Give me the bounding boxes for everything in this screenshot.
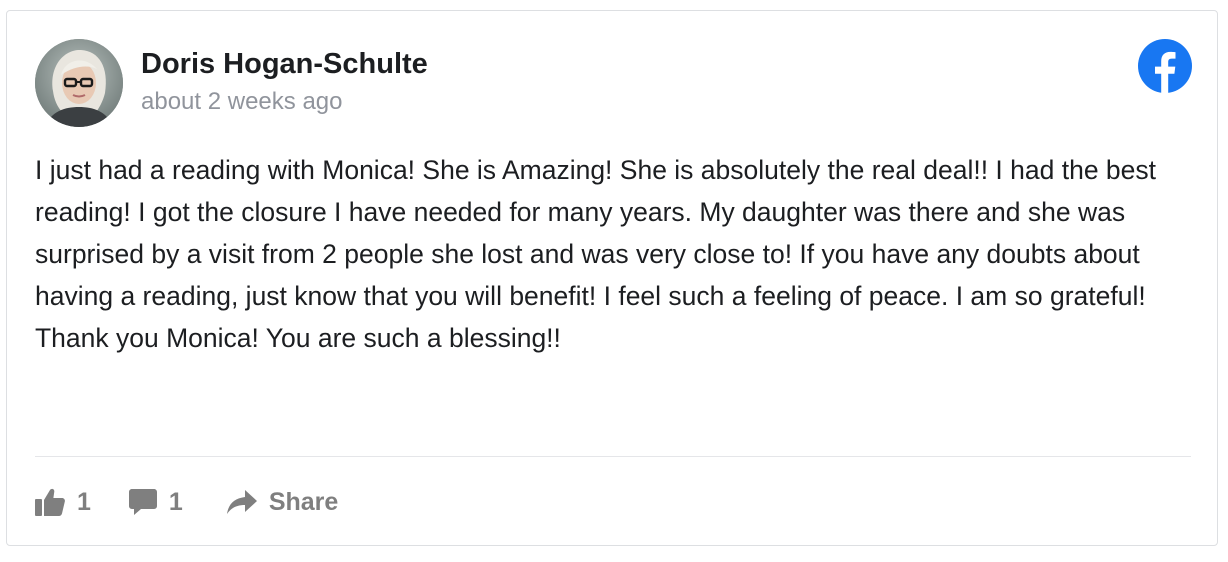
- facebook-icon[interactable]: [1138, 39, 1192, 93]
- share-label: Share: [268, 488, 339, 516]
- thumbs-up-icon: [35, 488, 65, 516]
- share-button[interactable]: Share: [226, 487, 339, 517]
- review-card: Doris Hogan-Schulte about 2 weeks ago I …: [6, 10, 1218, 546]
- post-timestamp[interactable]: about 2 weeks ago: [141, 87, 342, 117]
- comment-bubble-icon: [128, 489, 157, 515]
- avatar[interactable]: [35, 39, 123, 127]
- review-text: I just had a reading with Monica! She is…: [35, 155, 1157, 353]
- like-count: 1: [77, 488, 91, 516]
- author-name[interactable]: Doris Hogan-Schulte: [141, 47, 428, 81]
- action-bar: 1 1 Share: [35, 481, 338, 523]
- share-arrow-icon: [226, 490, 257, 514]
- comment-button[interactable]: 1: [128, 487, 183, 517]
- like-button[interactable]: 1: [35, 487, 91, 517]
- comment-count: 1: [168, 488, 183, 516]
- divider: [35, 456, 1191, 457]
